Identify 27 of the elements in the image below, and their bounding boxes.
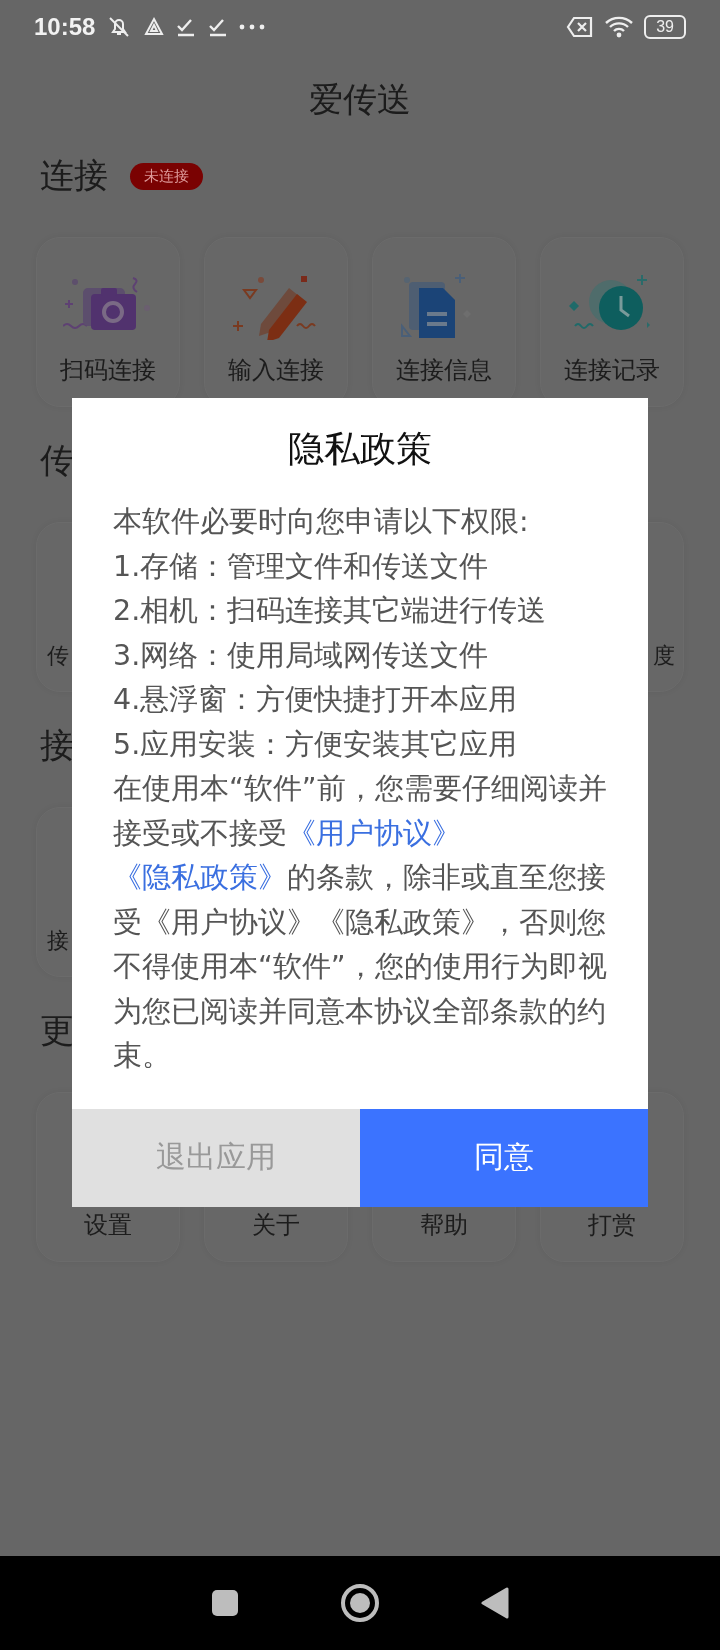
section-title: 更 [40,1009,74,1052]
card-label: 帮助 [420,1210,468,1241]
section-title: 传 [40,439,74,482]
status-time: 10:58 [34,13,96,41]
agreement-text: 在使用本“软件”前，您需要仔细阅读并接受或不接受《用户协议》 《隐私政策》的条款，除非或直至您接受《用户协议》《隐私政策》，否则您不得使用本“软件”，您的使用行为即视为您已阅读并同意本协议全部条款的约束。 [113,771,608,1074]
card-label: 输入连接 [228,355,324,386]
section-title: 连接 [40,154,108,197]
section-title: 接 [40,724,74,767]
dialog-text: 本软件必要时向您申请以下权限: [113,504,530,540]
permission-item: 4.悬浮窗：方便快捷打开本应用 [113,682,519,718]
permission-item: 1.存储：管理文件和传送文件 [113,548,490,585]
permission-item: 5.应用安装：方便安装其它应用 [113,726,519,763]
card-label: 关于 [252,1210,300,1241]
card-label: 设置 [84,1210,132,1241]
card-label: 连接信息 [396,355,492,386]
card-label: 扫码连接 [60,355,156,386]
card-label: 传 [47,642,69,670]
app-title: 爱传送 [308,78,412,121]
connection-status: 未连接 [130,162,203,190]
card-label: 连接记录 [564,355,660,386]
card-label: 打赏 [588,1210,636,1241]
permission-item: 3.网络：使用局域网传送文件 [113,637,490,674]
card-label: 接 [47,927,69,955]
permission-item: 2.相机：扫码连接其它端进行传送 [113,593,548,629]
card-label: 度 [653,642,675,670]
battery-level: 39 [644,15,686,39]
dialog-title: 隐私政策 [287,426,433,471]
